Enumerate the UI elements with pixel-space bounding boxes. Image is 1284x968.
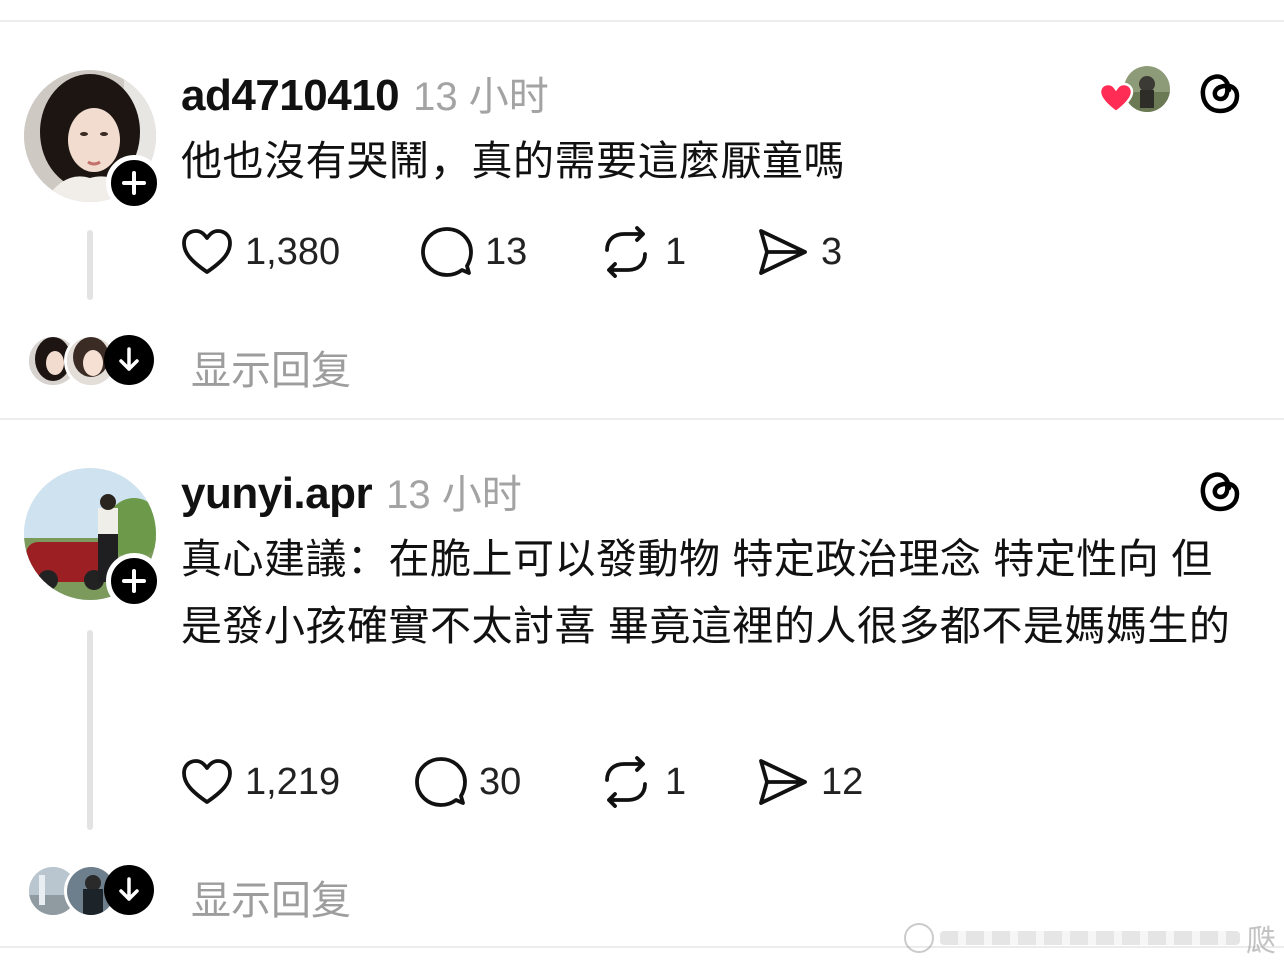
heart-outline-icon	[182, 759, 232, 804]
follow-button[interactable]	[106, 155, 162, 211]
heart-badge-icon	[1098, 82, 1134, 114]
timestamp: 13 小时	[386, 473, 522, 517]
heart-outline-icon	[182, 229, 232, 274]
repost-button[interactable]: 1	[599, 224, 686, 280]
repost-arrows-icon	[605, 756, 647, 808]
arrow-down-icon	[119, 877, 139, 901]
post-body: 他也沒有哭鬧，真的需要這麼厭童嗎	[181, 138, 845, 184]
post-body: 真心建議：在脆上可以發動物 特定政治理念 特定性向 但是發小孩確實不太討喜 畢竟…	[181, 536, 1231, 649]
post-divider	[0, 418, 1284, 420]
thread-line	[87, 630, 93, 830]
comment-button[interactable]: 30	[415, 754, 521, 810]
username[interactable]: ad4710410	[181, 71, 400, 121]
share-button[interactable]: 3	[757, 224, 842, 280]
plus-icon	[122, 171, 146, 195]
follow-button[interactable]	[106, 553, 162, 609]
like-count: 1,380	[245, 230, 341, 273]
repost-button[interactable]: 1	[599, 754, 686, 810]
comment-count: 13	[485, 230, 528, 273]
thread-line	[87, 230, 93, 300]
expand-replies-button[interactable]	[104, 335, 154, 385]
share-count: 12	[821, 760, 864, 803]
watermark: 瓞	[904, 916, 1276, 960]
speech-bubble-icon	[415, 757, 467, 807]
comment-count: 30	[479, 760, 522, 803]
arrow-down-icon	[119, 347, 139, 371]
username[interactable]: yunyi.apr	[181, 469, 373, 519]
paper-plane-icon	[759, 229, 807, 275]
share-count: 3	[821, 230, 843, 273]
post-header: yunyi.apr 13 小时	[181, 462, 522, 520]
comment-button[interactable]: 13	[421, 224, 527, 280]
paper-plane-icon	[759, 759, 807, 805]
threads-logo-icon[interactable]	[1196, 466, 1244, 514]
threads-feed: ad4710410 13 小时 他也沒有哭鬧，真的需要這麼厭童嗎 1,380 1…	[0, 0, 1284, 968]
like-button[interactable]: 1,380	[181, 224, 340, 280]
like-count: 1,219	[245, 760, 341, 803]
repost-count: 1	[665, 760, 687, 803]
watermark-text: 瓞	[1246, 925, 1276, 958]
repost-count: 1	[665, 230, 687, 273]
speech-bubble-icon	[421, 227, 473, 277]
post-header: ad4710410 13 小时	[181, 64, 549, 122]
share-button[interactable]: 12	[757, 754, 863, 810]
watermark-logo-icon	[904, 923, 934, 953]
watermark-bar	[940, 931, 1240, 945]
threads-logo-icon[interactable]	[1196, 68, 1244, 116]
repost-arrows-icon	[605, 226, 647, 278]
show-replies-link[interactable]: 显示回复	[191, 338, 351, 396]
plus-icon	[122, 569, 146, 593]
timestamp: 13 小时	[413, 75, 549, 119]
show-replies-link[interactable]: 显示回复	[191, 868, 351, 926]
author-liked-indicator	[1098, 66, 1172, 118]
expand-replies-button[interactable]	[104, 865, 154, 915]
like-button[interactable]: 1,219	[181, 754, 340, 810]
top-divider	[0, 20, 1284, 22]
